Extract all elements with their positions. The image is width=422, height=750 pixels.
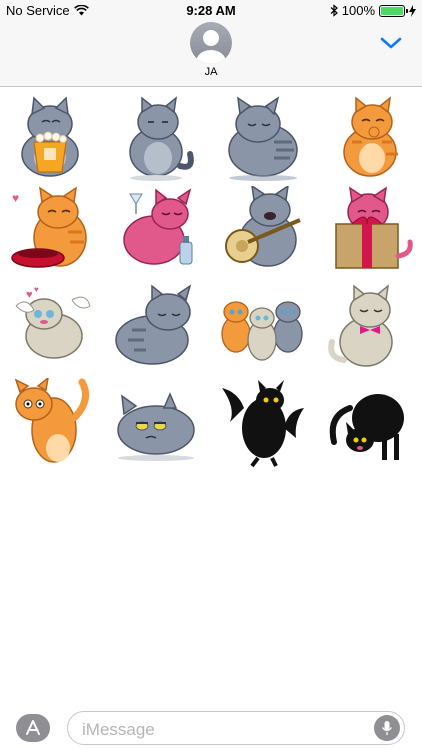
battery-icon xyxy=(379,4,408,17)
svg-text:♥: ♥ xyxy=(26,289,33,301)
app-store-icon xyxy=(26,720,40,735)
chevron-down-icon[interactable] xyxy=(380,35,402,51)
message-input-bar: iMessage xyxy=(0,705,422,750)
sticker-grey-cat-content[interactable] xyxy=(218,92,308,182)
status-bar: No Service 9:28 AM 100% xyxy=(0,0,422,22)
sticker-orange-cat-thinking[interactable] xyxy=(326,92,416,182)
sticker-angel-cat[interactable]: ♥ ♥ xyxy=(8,282,98,372)
svg-text:♥: ♥ xyxy=(12,191,19,205)
microphone-icon xyxy=(381,721,393,735)
sticker-black-cat-crouching[interactable] xyxy=(326,378,416,468)
sticker-three-cats[interactable] xyxy=(218,282,308,372)
bluetooth-icon xyxy=(330,4,338,17)
sticker-grey-cat-lying[interactable] xyxy=(112,282,202,372)
sticker-grey-cat-sitting[interactable] xyxy=(112,92,202,182)
bolt-icon xyxy=(409,4,416,17)
sticker-grid: ♥ ♥ ♥ xyxy=(0,88,422,468)
sticker-orange-cat-jumping[interactable] xyxy=(8,378,98,468)
sticker-pink-cat-drinking[interactable] xyxy=(112,186,202,276)
sticker-grumpy-grey-cat[interactable] xyxy=(112,378,202,468)
sticker-pink-cat-gift-box[interactable] xyxy=(326,186,416,276)
battery-percent: 100% xyxy=(341,3,375,18)
message-field[interactable]: iMessage xyxy=(67,711,405,745)
contact-avatar[interactable] xyxy=(190,22,232,64)
person-silhouette-icon xyxy=(196,30,226,64)
sticker-grey-cat-banjo[interactable] xyxy=(218,186,308,276)
app-store-button[interactable] xyxy=(16,714,50,742)
sticker-grey-cat-popcorn[interactable] xyxy=(8,92,98,182)
svg-text:♥: ♥ xyxy=(34,285,39,294)
sticker-black-cat-bat[interactable] xyxy=(218,378,308,468)
sticker-orange-cat-food-bowl[interactable]: ♥ xyxy=(8,186,98,276)
message-placeholder: iMessage xyxy=(82,720,155,739)
microphone-button[interactable] xyxy=(374,715,400,741)
sticker-cream-cat-bow[interactable] xyxy=(326,282,416,372)
contact-name[interactable]: JA xyxy=(0,66,422,78)
